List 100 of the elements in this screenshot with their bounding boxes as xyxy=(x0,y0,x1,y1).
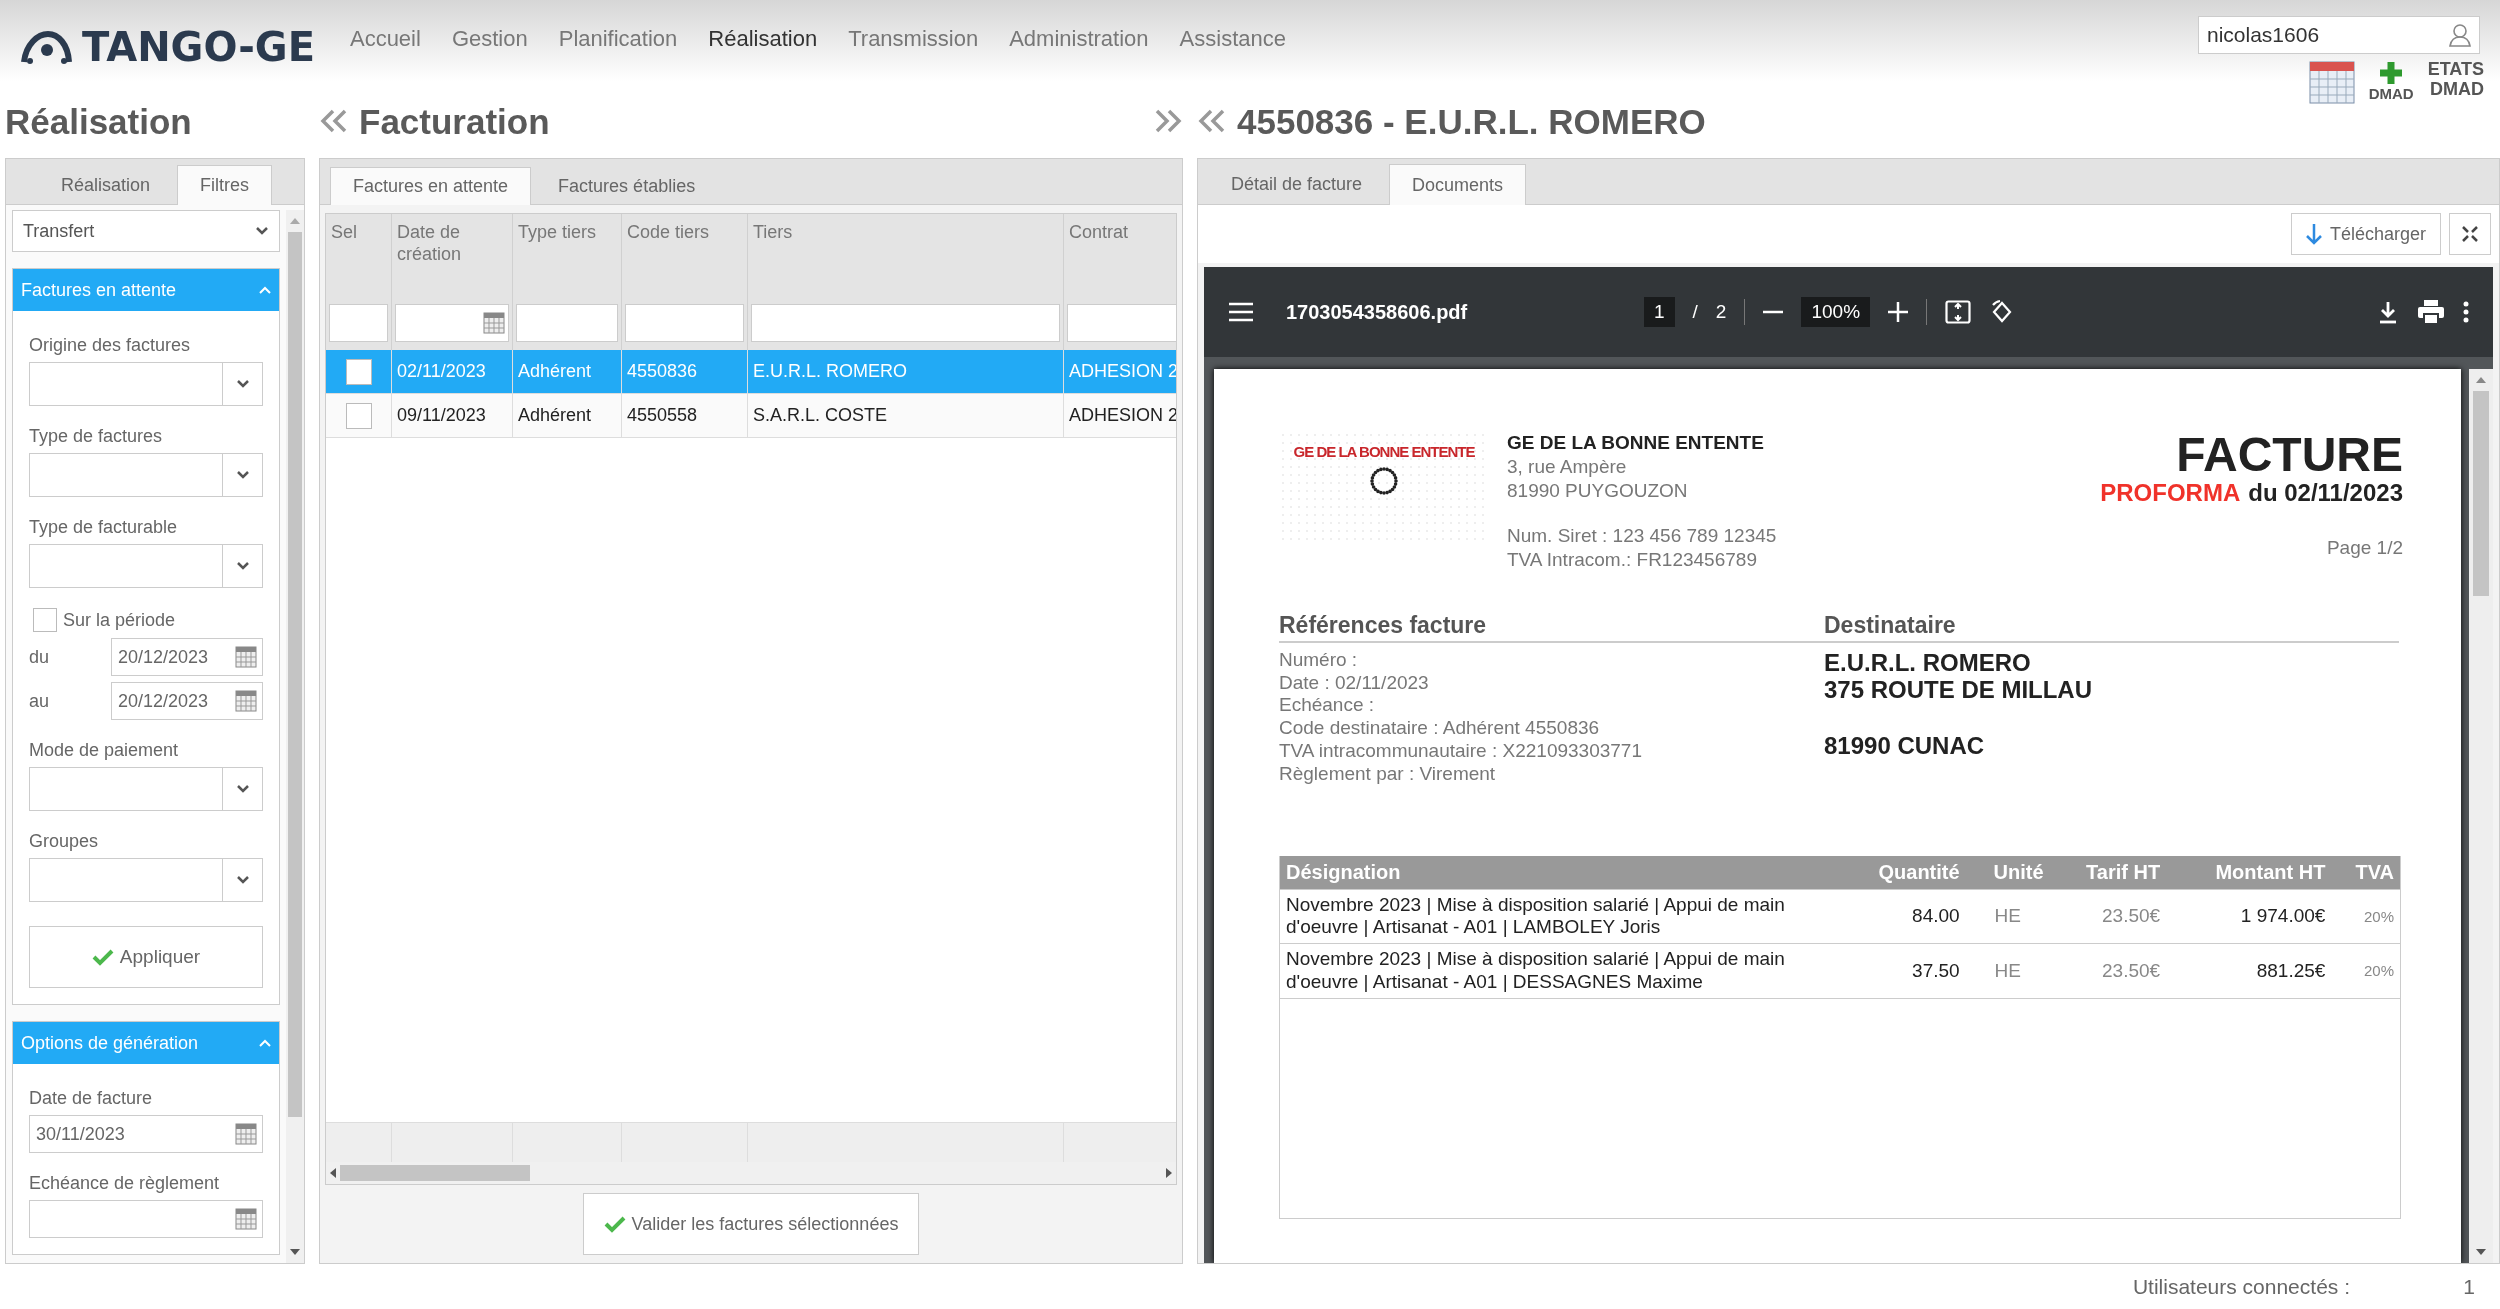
column-header[interactable]: Contrat xyxy=(1064,214,1176,298)
nav-link[interactable]: Réalisation xyxy=(708,26,818,52)
nav-link[interactable]: Transmission xyxy=(848,26,979,52)
menu-icon[interactable] xyxy=(1228,302,1254,322)
filter-field[interactable] xyxy=(625,304,744,342)
address-line: 81990 PUYGOUZON xyxy=(1507,478,1689,503)
date-field[interactable] xyxy=(29,1200,263,1238)
checkbox[interactable] xyxy=(33,608,57,632)
apply-button[interactable]: Appliquer xyxy=(29,926,263,988)
table-cell: 1 974.00€ xyxy=(2166,889,2332,944)
fullscreen-button[interactable] xyxy=(2449,213,2491,255)
check-icon xyxy=(91,948,114,966)
invoice-title: FACTURE xyxy=(2176,431,2403,479)
page-number: Page 1/2 xyxy=(2326,537,2403,559)
plus-icon xyxy=(2378,60,2405,86)
column-header[interactable]: Sel xyxy=(326,214,392,298)
table-cell: E.U.R.L. ROMERO xyxy=(753,361,908,382)
user-field[interactable]: nicolas1606 xyxy=(2198,16,2480,54)
column-header: Tarif HT xyxy=(2049,855,2167,890)
panel-title: Facturation xyxy=(359,104,550,139)
nav-link[interactable]: Accueil xyxy=(349,26,421,52)
chevron-down-icon xyxy=(235,784,250,794)
column-header[interactable]: Date de création xyxy=(392,214,513,298)
field-label: Mode de paiement xyxy=(29,740,180,761)
nav-link[interactable]: Planification xyxy=(558,26,678,52)
table-cell: Novembre 2023 | Mise à disposition salarié | Appui de main d'oeuvre | Artisanat - A01 | LAMBOLEY Joris xyxy=(1279,889,1840,944)
zoom-field[interactable]: 100% xyxy=(1801,297,1871,327)
column-header[interactable]: Type tiers xyxy=(513,214,622,298)
recipient-line: 375 ROUTE DE MILLAU xyxy=(1824,676,2094,704)
more-icon[interactable] xyxy=(2463,301,2469,323)
mode-select[interactable]: Transfert xyxy=(12,210,280,252)
checkbox[interactable] xyxy=(345,402,372,429)
filter-field[interactable] xyxy=(395,304,509,342)
company-name: GE DE LA BONNE ENTENTE xyxy=(1507,431,1765,455)
calendar-icon[interactable] xyxy=(235,690,257,712)
dropdown[interactable] xyxy=(29,858,263,902)
section-heading: Destinataire xyxy=(1824,611,2399,643)
invoice-status: PROFORMA xyxy=(2100,479,2241,507)
filter-field[interactable] xyxy=(516,304,618,342)
dropdown[interactable] xyxy=(29,362,263,406)
dropdown[interactable] xyxy=(29,453,263,497)
field-label: Groupes xyxy=(29,831,100,852)
checkbox[interactable] xyxy=(345,358,372,385)
collapse-icon[interactable] xyxy=(1197,108,1227,134)
user-icon xyxy=(2449,23,2471,47)
tab[interactable]: Filtres xyxy=(177,165,273,205)
fullscreen-icon xyxy=(2462,226,2478,242)
collapse-icon[interactable] xyxy=(319,108,349,134)
chevron-down-icon xyxy=(255,226,269,236)
print-icon[interactable] xyxy=(2417,299,2445,325)
filter-field[interactable] xyxy=(329,304,388,342)
horizontal-scrollbar[interactable] xyxy=(326,1162,1176,1184)
section-header[interactable]: Factures en attente xyxy=(13,269,279,311)
vertical-scrollbar[interactable] xyxy=(2469,369,2493,1263)
filter-field[interactable] xyxy=(751,304,1060,342)
date-field[interactable]: 30/11/2023 xyxy=(29,1115,263,1153)
table-cell: 20% xyxy=(2331,943,2401,999)
download-icon[interactable] xyxy=(2377,300,2399,324)
section-heading: Références facture xyxy=(1279,611,1824,643)
calendar-icon[interactable] xyxy=(235,1208,257,1230)
vertical-scrollbar[interactable] xyxy=(286,210,304,1263)
nav-link[interactable]: Gestion xyxy=(451,26,528,52)
tab[interactable]: Factures établies xyxy=(535,167,719,204)
calendar-icon[interactable] xyxy=(235,646,257,668)
section-header[interactable]: Options de génération xyxy=(13,1022,279,1064)
tab[interactable]: Documents xyxy=(1389,164,1527,205)
zoom-in-icon[interactable] xyxy=(1888,302,1909,322)
add-button[interactable]: DMAD xyxy=(2368,60,2414,103)
fit-page-icon[interactable] xyxy=(1945,300,1972,324)
dropdown[interactable] xyxy=(29,544,263,588)
panel-title: 4550836 - E.U.R.L. ROMERO xyxy=(1237,104,1706,139)
date-field[interactable]: 20/12/2023 xyxy=(111,638,263,676)
tab[interactable]: Détail de facture xyxy=(1208,164,1386,204)
company-id: TVA Intracom.: FR123456789 xyxy=(1507,548,1758,572)
checkbox-label: Sur la période xyxy=(63,609,176,631)
tab[interactable]: Factures en attente xyxy=(330,167,532,205)
reference-line: Echéance : xyxy=(1279,694,1376,718)
nav-link[interactable]: Administration xyxy=(1009,26,1149,52)
expand-icon[interactable] xyxy=(1153,108,1183,134)
table-cell: S.A.R.L. COSTE xyxy=(753,405,888,426)
zoom-out-icon[interactable] xyxy=(1763,310,1784,314)
calendar-icon[interactable] xyxy=(483,312,505,334)
page-input[interactable]: 1 xyxy=(1644,297,1675,327)
table-cell: HE xyxy=(1965,889,2050,944)
calendar-icon[interactable] xyxy=(2308,60,2355,104)
file-name: 1703054358606.pdf xyxy=(1286,300,1469,324)
date-field[interactable]: 20/12/2023 xyxy=(111,682,263,720)
tab[interactable]: Réalisation xyxy=(37,165,174,204)
reports-button[interactable]: ETATS DMAD xyxy=(2427,60,2484,100)
nav-link[interactable]: Assistance xyxy=(1179,26,1286,52)
table-cell: 02/11/2023 xyxy=(397,361,486,382)
filter-field[interactable] xyxy=(1067,304,1176,342)
validate-button[interactable]: Valider les factures sélectionnées xyxy=(582,1193,920,1255)
dropdown[interactable] xyxy=(29,767,263,811)
chevron-down-icon xyxy=(235,561,250,571)
download-button[interactable]: Télécharger xyxy=(2290,213,2441,255)
calendar-icon[interactable] xyxy=(235,1123,257,1145)
recipient-line: E.U.R.L. ROMERO xyxy=(1824,648,2032,677)
column-header[interactable]: Tiers xyxy=(748,214,1064,298)
column-header[interactable]: Code tiers xyxy=(622,214,748,298)
